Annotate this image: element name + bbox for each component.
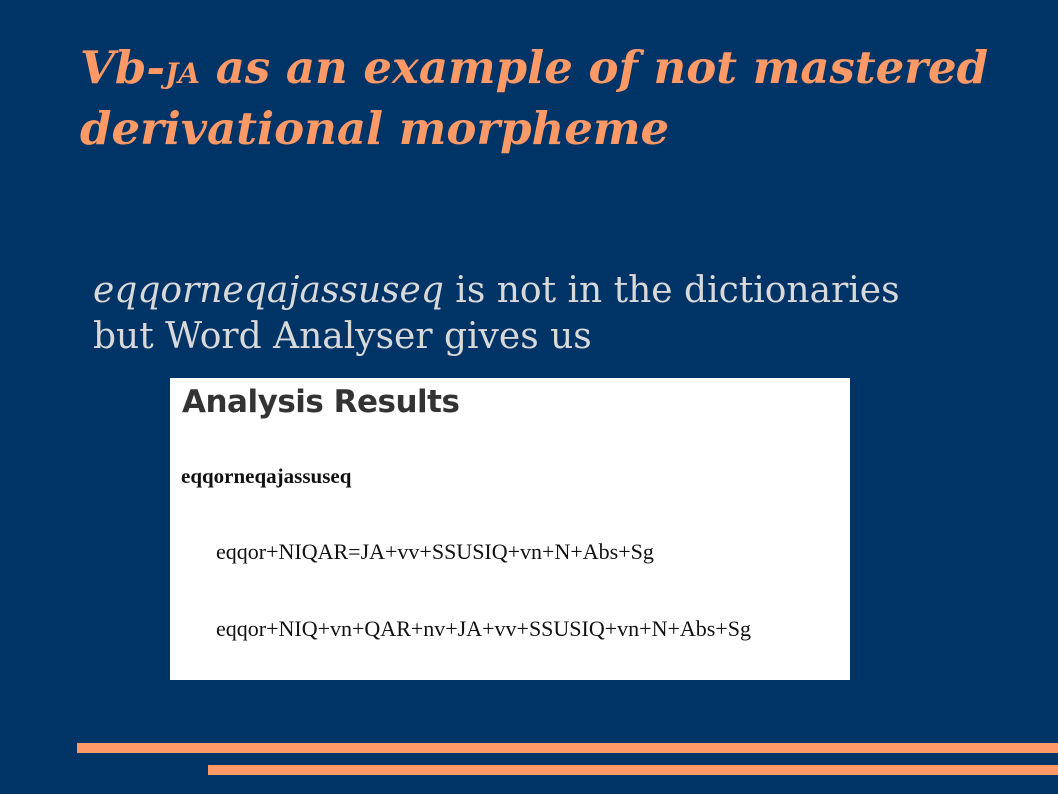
title-smallcaps-morpheme: JA bbox=[165, 57, 201, 90]
results-word: eqqorneqajassuseq bbox=[181, 464, 352, 488]
decorative-bar-top bbox=[77, 743, 1058, 753]
body-line2: but Word Analyser gives us bbox=[93, 316, 592, 357]
decorative-bar-bottom bbox=[208, 765, 1058, 775]
slide-title: Vb-JA as an example of not mastered deri… bbox=[80, 40, 1040, 156]
body-line1-rest: is not in the dictionaries bbox=[443, 270, 900, 311]
analysis-results-panel: Analysis Results eqqorneqajassuseq eqqor… bbox=[170, 378, 850, 680]
results-heading: Analysis Results bbox=[182, 384, 460, 420]
analysis-line-2: eqqor+NIQ+vn+QAR+nv+JA+vv+SSUSIQ+vn+N+Ab… bbox=[216, 616, 751, 641]
body-word: eqqorneqajassuseq bbox=[93, 270, 444, 311]
title-prefix: Vb- bbox=[80, 41, 166, 94]
analysis-line-1: eqqor+NIQAR=JA+vv+SSUSIQ+vn+N+Abs+Sg bbox=[216, 539, 654, 564]
slide-body-text: eqqorneqajassuseq is not in the dictiona… bbox=[93, 268, 1033, 360]
title-rest: as an example of not mastered derivation… bbox=[80, 41, 989, 155]
slide: Vb-JA as an example of not mastered deri… bbox=[0, 0, 1058, 794]
